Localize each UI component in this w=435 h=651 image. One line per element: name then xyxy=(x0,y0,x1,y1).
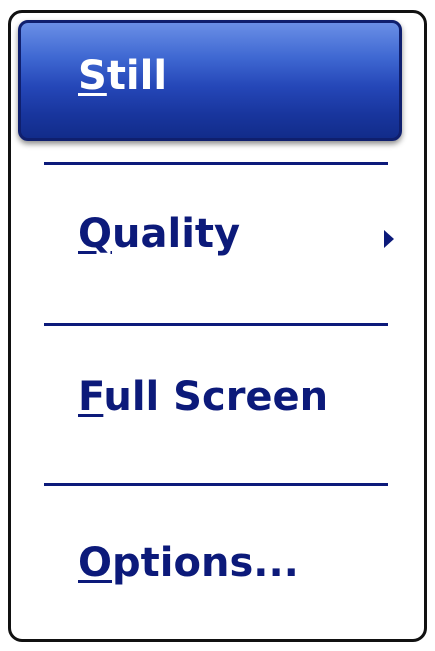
menu-item-still-label: till xyxy=(106,53,168,99)
menu-separator xyxy=(44,323,388,326)
menu-item-full-screen-mnemonic: F xyxy=(78,374,104,420)
menu-item-options[interactable]: Options... xyxy=(78,543,299,583)
submenu-arrow-icon xyxy=(384,230,394,248)
menu-item-still-mnemonic: S xyxy=(78,53,107,99)
menu-item-still[interactable]: Still xyxy=(78,56,167,96)
menu-separator xyxy=(44,162,388,165)
menu-separator xyxy=(44,483,388,486)
menu-item-quality[interactable]: Quality xyxy=(78,214,240,254)
menu-item-quality-mnemonic: Q xyxy=(78,211,113,257)
menu-item-quality-label: uality xyxy=(112,211,241,257)
menu-item-options-mnemonic: O xyxy=(78,540,113,586)
menu-item-full-screen[interactable]: Full Screen xyxy=(78,377,328,417)
menu-item-full-screen-label: ull Screen xyxy=(103,374,329,420)
menu-item-still-highlight[interactable] xyxy=(18,20,402,141)
menu-item-options-label: ptions... xyxy=(112,540,299,586)
